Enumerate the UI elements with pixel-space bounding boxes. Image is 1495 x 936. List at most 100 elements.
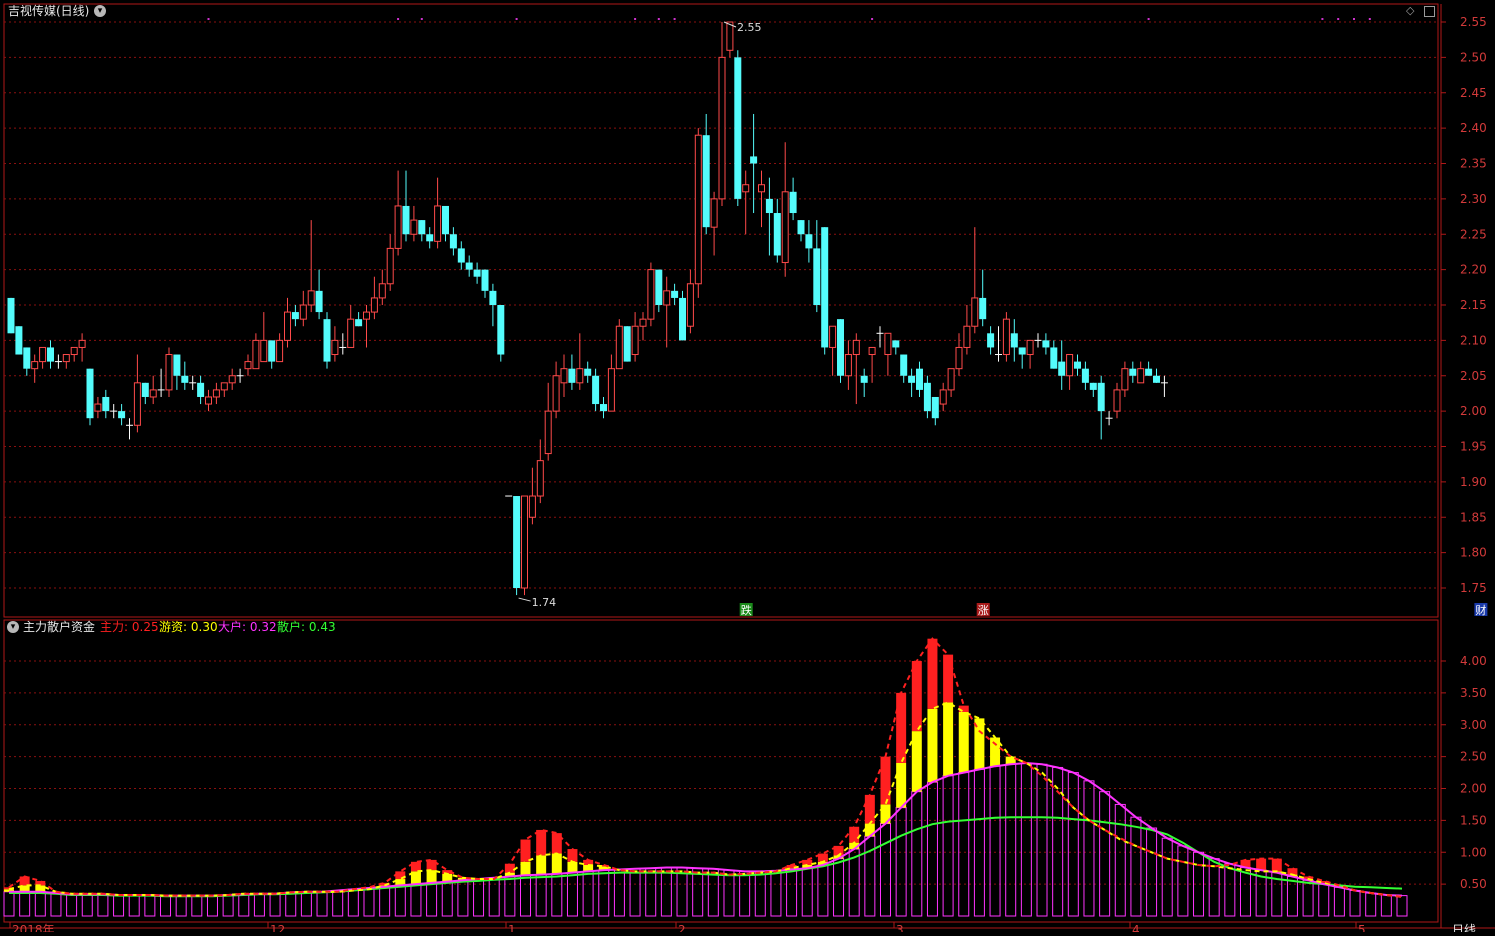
candle: [1066, 354, 1074, 390]
candle-body: [1089, 382, 1097, 390]
indicator-bar: [770, 870, 782, 917]
candle-body: [118, 411, 126, 419]
indicator-bar: [566, 849, 578, 917]
legend-sanhu-label: 散户:: [277, 620, 306, 634]
dahu-bar: [191, 895, 203, 917]
diamond-icon[interactable]: ◇: [1406, 4, 1414, 18]
candle: [70, 346, 78, 362]
x-axis-label: 5: [1358, 923, 1366, 932]
candle: [655, 269, 663, 313]
candle: [62, 354, 70, 369]
candle: [797, 220, 805, 242]
candle: [481, 269, 489, 298]
candle-body: [23, 347, 31, 369]
candle: [244, 354, 252, 376]
price-axis-label: 2.50: [1460, 50, 1487, 64]
candle-body: [710, 198, 718, 228]
candle: [710, 191, 718, 256]
indicator-bar: [19, 876, 31, 917]
candle-body: [299, 304, 307, 320]
dahu-bar: [34, 891, 46, 917]
indicator-bar: [660, 867, 672, 917]
legend-dahu-value: 0.32: [249, 620, 277, 634]
chart-stage: 1.75 1.80 1.85 1.90 1.95 2.00 2.05 2.10 2.15 2.20…: [0, 0, 1495, 936]
indicator-bar: [1083, 780, 1095, 917]
low-price-label: 1.74: [532, 596, 557, 609]
candle-body: [173, 354, 181, 376]
candle-body: [1010, 333, 1018, 348]
candle-body: [307, 290, 315, 306]
chart-canvas[interactable]: 1.75 1.80 1.85 1.90 1.95 2.00 2.05 2.10 2.15 2.20…: [0, 0, 1495, 936]
candle: [931, 396, 939, 426]
candle: [1018, 347, 1026, 369]
candle-body: [726, 21, 734, 51]
dahu-bar: [394, 884, 406, 917]
indicator-bar: [942, 654, 954, 917]
dahu-bar: [1083, 780, 1095, 917]
candle-body: [1137, 368, 1145, 384]
candle-body: [323, 319, 331, 362]
indicator-bar: [97, 893, 109, 917]
indicator-bar: [629, 868, 641, 917]
indicator-bar: [692, 867, 704, 917]
candle: [386, 234, 394, 291]
indicator-bar: [1020, 762, 1032, 917]
candle: [1137, 361, 1145, 384]
dahu-bar: [817, 864, 829, 917]
candle: [592, 368, 600, 412]
candle: [979, 269, 987, 327]
candle: [908, 368, 916, 397]
dahu-bar: [676, 867, 688, 917]
candle-body: [149, 389, 157, 398]
zhuli-bar: [520, 839, 531, 862]
candle: [102, 389, 110, 419]
candle-body: [378, 283, 386, 299]
candle: [331, 326, 339, 362]
candle: [1153, 368, 1160, 383]
candle: [197, 375, 205, 405]
candle-body: [852, 339, 860, 356]
candle-body: [1145, 368, 1153, 376]
indicator-panel-frame: [3, 619, 1439, 923]
price-axis-label: 1.75: [1460, 581, 1487, 595]
candle-body: [315, 290, 323, 313]
indicator-chevron-icon[interactable]: ▾: [7, 621, 19, 633]
candle-body: [805, 234, 813, 249]
price-axis-label: 2.55: [1460, 15, 1487, 29]
dahu-bar: [551, 873, 563, 917]
event-marker: [1337, 18, 1340, 20]
price-axis-label: 1.90: [1460, 475, 1487, 489]
dahu-bar: [316, 891, 328, 917]
candle: [686, 269, 694, 334]
indicator-bar: [1365, 892, 1377, 917]
dahu-bar: [379, 886, 391, 917]
dahu-bar: [770, 870, 782, 917]
candle-body: [1026, 339, 1034, 356]
dahu-bar: [285, 891, 297, 917]
chevron-down-icon[interactable]: ▾: [94, 5, 106, 17]
candle-body: [434, 205, 442, 242]
dahu-bar: [457, 879, 469, 917]
dahu-bar: [1005, 763, 1017, 917]
event-marker: [634, 18, 637, 20]
candle: [110, 404, 118, 419]
dahu-bar: [160, 895, 172, 917]
zhuli-bar: [911, 661, 922, 732]
candle: [844, 340, 852, 390]
youzi-bar: [927, 708, 938, 783]
dahu-bar: [1020, 762, 1032, 917]
indicator-bar: [488, 877, 500, 917]
event-marker: [420, 18, 423, 20]
candle: [426, 227, 434, 249]
indicator-bar: [879, 756, 891, 917]
indicator-bar: [206, 895, 218, 917]
period-label: 日线: [1452, 923, 1476, 932]
indicator-bar: [1349, 890, 1361, 917]
candle: [7, 297, 15, 334]
badge-2: 财: [1475, 603, 1486, 617]
restore-icon[interactable]: [1424, 6, 1435, 17]
candle-body: [1097, 382, 1105, 412]
candle: [94, 396, 102, 419]
indicator-bar: [253, 893, 265, 917]
ind-axis-label: 3.00: [1460, 718, 1487, 732]
